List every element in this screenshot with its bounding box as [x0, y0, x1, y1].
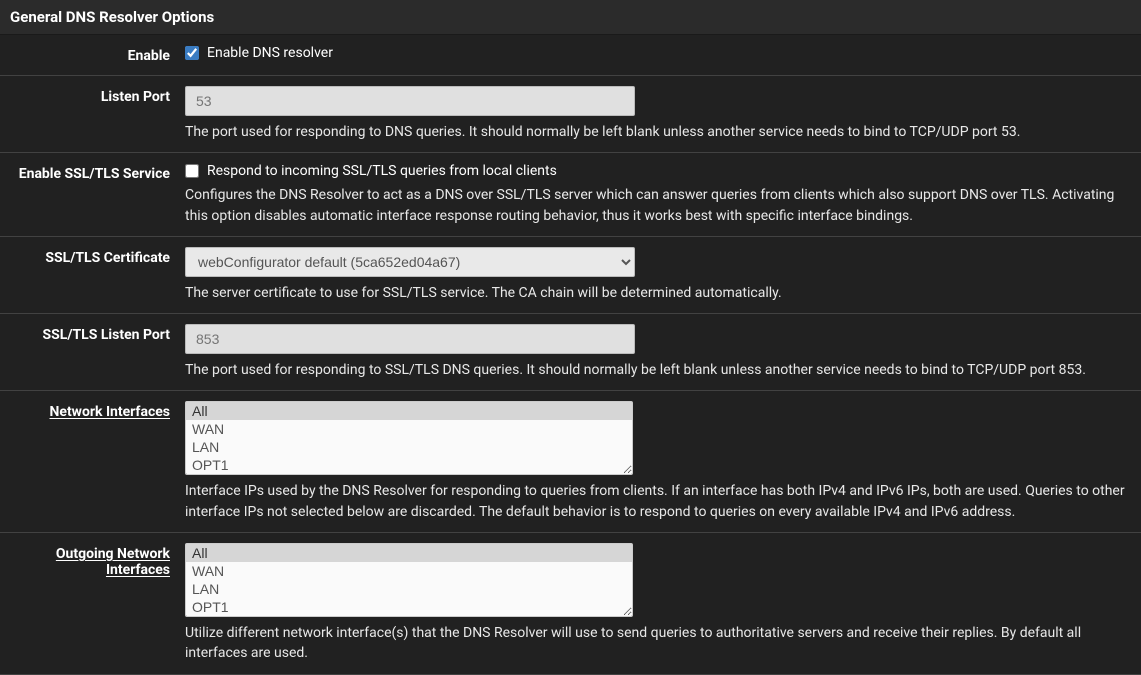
option-oi-opt1[interactable]: OPT1 — [186, 598, 632, 616]
option-oi-wan-ipv6[interactable]: WAN IPv6 Link-Local — [186, 616, 632, 617]
row-ssl-cert: SSL/TLS Certificate webConfigurator defa… — [0, 237, 1141, 314]
row-enable-ssl: Enable SSL/TLS Service Respond to incomi… — [0, 153, 1141, 237]
content-ssl-cert: webConfigurator default (5ca652ed04a67) … — [185, 247, 1141, 303]
option-ni-wan[interactable]: WAN — [186, 420, 632, 438]
label-outgoing-interfaces[interactable]: Outgoing Network Interfaces — [0, 543, 185, 664]
option-ni-all[interactable]: All — [186, 402, 632, 420]
content-outgoing-interfaces: All WAN LAN OPT1 WAN IPv6 Link-Local Uti… — [185, 543, 1141, 664]
help-network-interfaces: Interface IPs used by the DNS Resolver f… — [185, 481, 1126, 522]
label-enable-ssl: Enable SSL/TLS Service — [0, 163, 185, 226]
label-ssl-cert: SSL/TLS Certificate — [0, 247, 185, 303]
help-ssl-cert: The server certificate to use for SSL/TL… — [185, 283, 1126, 303]
option-oi-lan[interactable]: LAN — [186, 580, 632, 598]
input-listen-port[interactable] — [185, 86, 635, 116]
help-outgoing-interfaces: Utilize different network interface(s) t… — [185, 623, 1126, 664]
checkbox-label-ssl: Respond to incoming SSL/TLS queries from… — [207, 163, 557, 179]
option-oi-wan[interactable]: WAN — [186, 562, 632, 580]
option-ni-wan-ipv6[interactable]: WAN IPv6 Link-Local — [186, 474, 632, 475]
label-ssl-listen-port: SSL/TLS Listen Port — [0, 324, 185, 380]
checkbox-enable-resolver[interactable] — [185, 46, 199, 60]
row-listen-port: Listen Port The port used for responding… — [0, 76, 1141, 153]
content-listen-port: The port used for responding to DNS quer… — [185, 86, 1141, 142]
option-ni-opt1[interactable]: OPT1 — [186, 456, 632, 474]
label-listen-port: Listen Port — [0, 86, 185, 142]
help-listen-port: The port used for responding to DNS quer… — [185, 122, 1126, 142]
label-enable: Enable — [0, 45, 185, 65]
help-ssl-listen-port: The port used for responding to SSL/TLS … — [185, 360, 1126, 380]
row-network-interfaces: Network Interfaces All WAN LAN OPT1 WAN … — [0, 391, 1141, 533]
row-enable: Enable Enable DNS resolver — [0, 35, 1141, 76]
help-enable-ssl: Configures the DNS Resolver to act as a … — [185, 185, 1126, 226]
panel-title: General DNS Resolver Options — [0, 0, 1141, 35]
row-ssl-listen-port: SSL/TLS Listen Port The port used for re… — [0, 314, 1141, 391]
select-outgoing-interfaces[interactable]: All WAN LAN OPT1 WAN IPv6 Link-Local — [185, 543, 633, 617]
row-outgoing-interfaces: Outgoing Network Interfaces All WAN LAN … — [0, 533, 1141, 675]
content-network-interfaces: All WAN LAN OPT1 WAN IPv6 Link-Local Int… — [185, 401, 1141, 522]
checkbox-enable-ssl[interactable] — [185, 164, 199, 178]
content-ssl-listen-port: The port used for responding to SSL/TLS … — [185, 324, 1141, 380]
option-ni-lan[interactable]: LAN — [186, 438, 632, 456]
checkbox-label-enable: Enable DNS resolver — [207, 45, 333, 61]
input-ssl-listen-port[interactable] — [185, 324, 635, 354]
option-oi-all[interactable]: All — [186, 544, 632, 562]
select-network-interfaces[interactable]: All WAN LAN OPT1 WAN IPv6 Link-Local — [185, 401, 633, 475]
content-enable: Enable DNS resolver — [185, 45, 1141, 65]
content-enable-ssl: Respond to incoming SSL/TLS queries from… — [185, 163, 1141, 226]
label-network-interfaces[interactable]: Network Interfaces — [0, 401, 185, 522]
select-ssl-cert[interactable]: webConfigurator default (5ca652ed04a67) — [185, 247, 635, 277]
